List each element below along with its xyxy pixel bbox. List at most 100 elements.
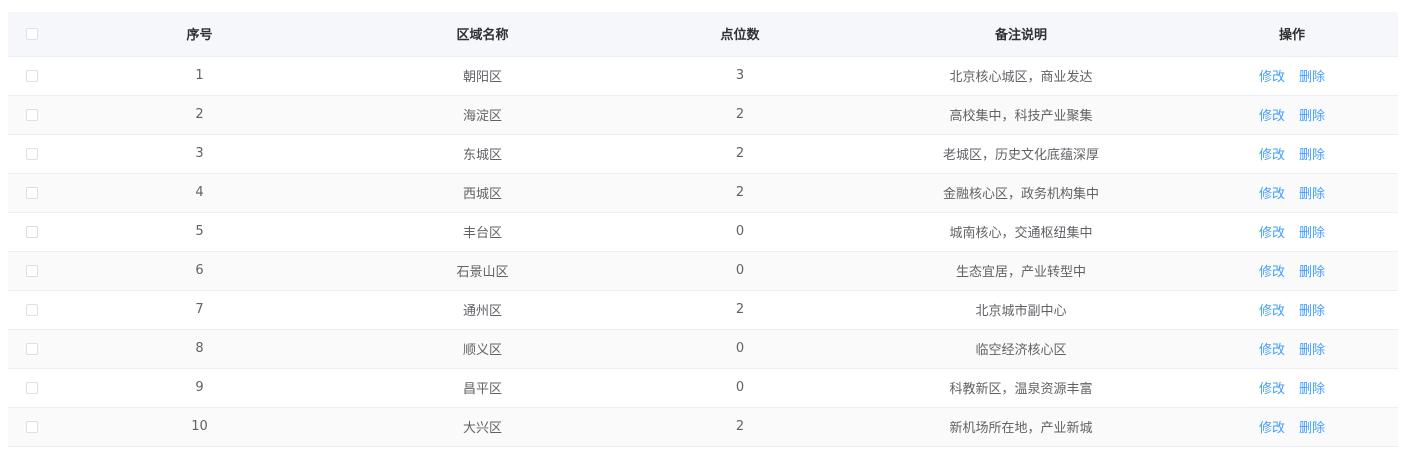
edit-link[interactable]: 修改 xyxy=(1259,421,1285,436)
edit-link[interactable]: 修改 xyxy=(1259,109,1285,124)
cell-remark: 高校集中，科技产业聚集 xyxy=(856,95,1186,135)
row-checkbox[interactable] xyxy=(26,147,38,160)
table-row: 6 石景山区 0 生态宜居，产业转型中 修改 删除 xyxy=(8,251,1398,291)
cell-name: 东城区 xyxy=(341,134,624,174)
table-row: 5 丰台区 0 城南核心，交通枢纽集中 修改 删除 xyxy=(8,212,1398,252)
header-name: 区域名称 xyxy=(341,12,624,57)
data-table-container: 序号 区域名称 点位数 备注说明 操作 1 朝阳区 3 北京核心城区，商业发达 … xyxy=(8,12,1398,447)
edit-link[interactable]: 修改 xyxy=(1259,265,1285,280)
row-checkbox[interactable] xyxy=(26,264,38,277)
cell-remark: 北京城市副中心 xyxy=(856,290,1186,330)
cell-index: 3 xyxy=(58,134,341,174)
delete-link[interactable]: 删除 xyxy=(1299,382,1325,397)
cell-name: 西城区 xyxy=(341,173,624,213)
cell-index: 9 xyxy=(58,368,341,408)
edit-link[interactable]: 修改 xyxy=(1259,148,1285,163)
cell-index: 8 xyxy=(58,329,341,369)
cell-actions: 修改 删除 xyxy=(1186,56,1398,96)
row-checkbox[interactable] xyxy=(26,342,38,355)
edit-link[interactable]: 修改 xyxy=(1259,304,1285,319)
cell-actions: 修改 删除 xyxy=(1186,134,1398,174)
delete-link[interactable]: 删除 xyxy=(1299,343,1325,358)
cell-index: 1 xyxy=(58,56,341,96)
delete-link[interactable]: 删除 xyxy=(1299,421,1325,436)
delete-link[interactable]: 删除 xyxy=(1299,187,1325,202)
district-table: 序号 区域名称 点位数 备注说明 操作 1 朝阳区 3 北京核心城区，商业发达 … xyxy=(8,12,1398,447)
delete-link[interactable]: 删除 xyxy=(1299,265,1325,280)
cell-count: 2 xyxy=(624,95,856,135)
cell-remark: 临空经济核心区 xyxy=(856,329,1186,369)
row-select-cell xyxy=(8,95,58,135)
cell-name: 昌平区 xyxy=(341,368,624,408)
row-checkbox[interactable] xyxy=(26,186,38,199)
cell-actions: 修改 删除 xyxy=(1186,173,1398,213)
cell-remark: 老城区，历史文化底蕴深厚 xyxy=(856,134,1186,174)
cell-name: 海淀区 xyxy=(341,95,624,135)
header-index: 序号 xyxy=(58,12,341,57)
cell-name: 丰台区 xyxy=(341,212,624,252)
cell-actions: 修改 删除 xyxy=(1186,290,1398,330)
cell-index: 6 xyxy=(58,251,341,291)
cell-remark: 城南核心，交通枢纽集中 xyxy=(856,212,1186,252)
row-select-cell xyxy=(8,251,58,291)
row-checkbox[interactable] xyxy=(26,225,38,238)
row-checkbox[interactable] xyxy=(26,420,38,433)
cell-actions: 修改 删除 xyxy=(1186,329,1398,369)
delete-link[interactable]: 删除 xyxy=(1299,148,1325,163)
delete-link[interactable]: 删除 xyxy=(1299,304,1325,319)
cell-index: 4 xyxy=(58,173,341,213)
row-checkbox[interactable] xyxy=(26,108,38,121)
cell-name: 石景山区 xyxy=(341,251,624,291)
cell-remark: 北京核心城区，商业发达 xyxy=(856,56,1186,96)
delete-link[interactable]: 删除 xyxy=(1299,70,1325,85)
cell-actions: 修改 删除 xyxy=(1186,251,1398,291)
cell-count: 2 xyxy=(624,134,856,174)
header-row: 序号 区域名称 点位数 备注说明 操作 xyxy=(8,12,1398,57)
delete-link[interactable]: 删除 xyxy=(1299,109,1325,124)
table-row: 3 东城区 2 老城区，历史文化底蕴深厚 修改 删除 xyxy=(8,134,1398,174)
cell-count: 2 xyxy=(624,407,856,447)
table-row: 2 海淀区 2 高校集中，科技产业聚集 修改 删除 xyxy=(8,95,1398,135)
row-checkbox[interactable] xyxy=(26,303,38,316)
cell-count: 0 xyxy=(624,212,856,252)
row-select-cell xyxy=(8,329,58,369)
cell-name: 朝阳区 xyxy=(341,56,624,96)
row-select-cell xyxy=(8,368,58,408)
cell-name: 大兴区 xyxy=(341,407,624,447)
cell-count: 0 xyxy=(624,251,856,291)
row-select-cell xyxy=(8,134,58,174)
cell-actions: 修改 删除 xyxy=(1186,95,1398,135)
header-select-all-cell xyxy=(8,12,58,57)
edit-link[interactable]: 修改 xyxy=(1259,226,1285,241)
row-checkbox[interactable] xyxy=(26,381,38,394)
table-header: 序号 区域名称 点位数 备注说明 操作 xyxy=(8,12,1398,57)
table-row: 7 通州区 2 北京城市副中心 修改 删除 xyxy=(8,290,1398,330)
row-checkbox[interactable] xyxy=(26,69,38,82)
cell-actions: 修改 删除 xyxy=(1186,368,1398,408)
row-select-cell xyxy=(8,407,58,447)
row-select-cell xyxy=(8,290,58,330)
cell-remark: 科教新区，温泉资源丰富 xyxy=(856,368,1186,408)
delete-link[interactable]: 删除 xyxy=(1299,226,1325,241)
cell-actions: 修改 删除 xyxy=(1186,212,1398,252)
table-row: 8 顺义区 0 临空经济核心区 修改 删除 xyxy=(8,329,1398,369)
header-remark: 备注说明 xyxy=(856,12,1186,57)
cell-count: 2 xyxy=(624,173,856,213)
cell-remark: 新机场所在地，产业新城 xyxy=(856,407,1186,447)
select-all-checkbox[interactable] xyxy=(26,27,38,40)
header-actions: 操作 xyxy=(1186,12,1398,57)
cell-index: 7 xyxy=(58,290,341,330)
row-select-cell xyxy=(8,212,58,252)
edit-link[interactable]: 修改 xyxy=(1259,187,1285,202)
cell-count: 3 xyxy=(624,56,856,96)
edit-link[interactable]: 修改 xyxy=(1259,70,1285,85)
cell-index: 5 xyxy=(58,212,341,252)
row-select-cell xyxy=(8,173,58,213)
edit-link[interactable]: 修改 xyxy=(1259,382,1285,397)
table-body: 1 朝阳区 3 北京核心城区，商业发达 修改 删除 2 海淀区 2 高校集中，科技… xyxy=(8,56,1398,447)
cell-name: 通州区 xyxy=(341,290,624,330)
cell-count: 0 xyxy=(624,329,856,369)
edit-link[interactable]: 修改 xyxy=(1259,343,1285,358)
table-row: 9 昌平区 0 科教新区，温泉资源丰富 修改 删除 xyxy=(8,368,1398,408)
row-select-cell xyxy=(8,56,58,96)
